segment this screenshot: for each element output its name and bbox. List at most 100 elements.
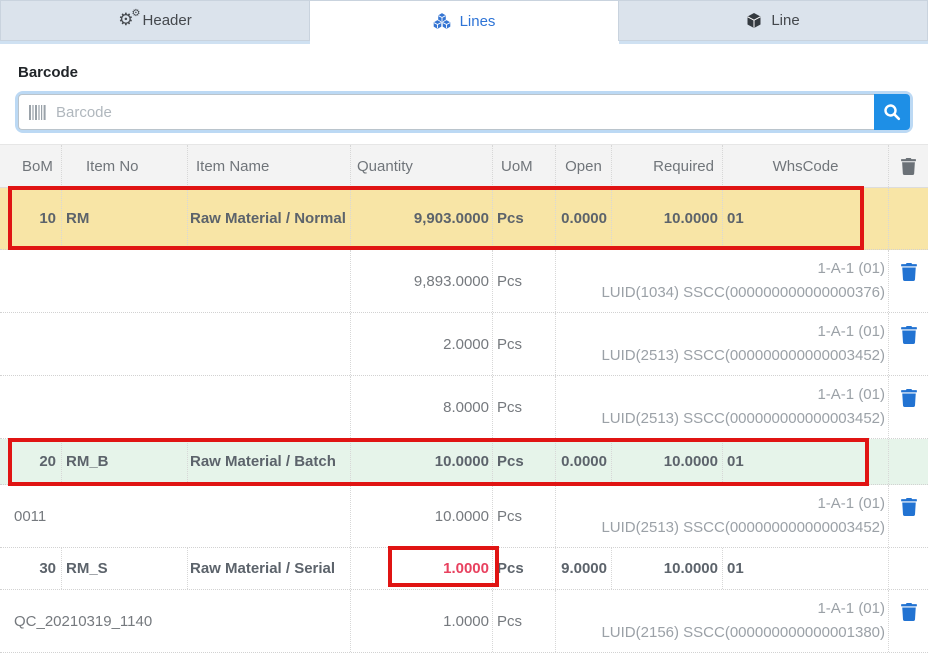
cell-delete xyxy=(889,313,928,375)
table-row[interactable]: 10 RM Raw Material / Normal 9,903.0000 P… xyxy=(0,188,928,250)
pack-info: LUID(2156) SSCC(000000000000001380) xyxy=(601,621,885,645)
cell-bin-pack: 1-A-1 (01) LUID(2156) SSCC(0000000000000… xyxy=(556,590,889,652)
delete-row-button[interactable] xyxy=(901,603,917,621)
cell-item-no: RM xyxy=(62,188,188,249)
search-icon xyxy=(883,103,901,121)
cell-ref xyxy=(0,250,351,312)
cell-required: 10.0000 xyxy=(612,439,723,484)
cell-uom: Pcs xyxy=(493,376,556,438)
col-header-uom: UoM xyxy=(493,145,556,187)
cell-whs-code: 01 xyxy=(723,548,889,589)
cell-uom: Pcs xyxy=(493,548,556,589)
cell-bom: 20 xyxy=(0,439,62,484)
trash-icon xyxy=(901,158,916,175)
cell-ref xyxy=(0,313,351,375)
cell-open: 0.0000 xyxy=(556,188,612,249)
bin-location: 1-A-1 (01) xyxy=(817,320,885,344)
cell-bin-pack: 1-A-1 (01) LUID(2513) SSCC(0000000000000… xyxy=(556,485,889,547)
table-row[interactable]: QC_20210319_1140 1.0000 Pcs 1-A-1 (01) L… xyxy=(0,590,928,653)
cell-delete-empty xyxy=(889,548,928,589)
table-row[interactable]: 9,893.0000 Pcs 1-A-1 (01) LUID(1034) SSC… xyxy=(0,250,928,313)
cell-quantity: 8.0000 xyxy=(351,376,493,438)
cell-item-no: RM_S xyxy=(62,548,188,589)
tab-header-label: Header xyxy=(143,12,192,29)
cell-ref: QC_20210319_1140 xyxy=(0,590,351,652)
table-row[interactable]: 30 RM_S Raw Material / Serial 1.0000 Pcs… xyxy=(0,548,928,590)
delete-row-button[interactable] xyxy=(901,326,917,344)
cell-uom: Pcs xyxy=(493,250,556,312)
bin-location: 1-A-1 (01) xyxy=(817,492,885,516)
cubes-icon xyxy=(433,13,451,30)
delete-row-button[interactable] xyxy=(901,263,917,281)
col-header-bom: BoM xyxy=(0,145,62,187)
cell-uom: Pcs xyxy=(493,439,556,484)
lines-table: BoM Item No Item Name Quantity UoM Open … xyxy=(0,144,928,653)
tab-lines[interactable]: Lines xyxy=(310,0,619,41)
cell-uom: Pcs xyxy=(493,590,556,652)
cell-quantity: 10.0000 xyxy=(351,439,493,484)
cell-bin-pack: 1-A-1 (01) LUID(2513) SSCC(0000000000000… xyxy=(556,313,889,375)
cell-delete xyxy=(889,590,928,652)
bin-location: 1-A-1 (01) xyxy=(817,383,885,407)
cell-bin-pack: 1-A-1 (01) LUID(1034) SSCC(0000000000000… xyxy=(556,250,889,312)
cell-quantity: 9,893.0000 xyxy=(351,250,493,312)
delete-row-button[interactable] xyxy=(901,389,917,407)
search-button[interactable] xyxy=(874,94,910,130)
cell-bin-pack: 1-A-1 (01) LUID(2513) SSCC(0000000000000… xyxy=(556,376,889,438)
barcode-input-wrap xyxy=(18,94,874,130)
tab-bar: ⚙⚙ Header Lines xyxy=(0,0,928,44)
cell-open: 9.0000 xyxy=(556,548,612,589)
cell-required: 10.0000 xyxy=(612,188,723,249)
cell-quantity-alert: 1.0000 xyxy=(351,548,493,589)
cell-whs-code: 01 xyxy=(723,439,889,484)
col-header-required: Required xyxy=(612,145,723,187)
cell-required: 10.0000 xyxy=(612,548,723,589)
cell-delete xyxy=(889,250,928,312)
cell-delete xyxy=(889,376,928,438)
cell-quantity: 1.0000 xyxy=(351,590,493,652)
table-header-row: BoM Item No Item Name Quantity UoM Open … xyxy=(0,144,928,188)
tab-line[interactable]: Line xyxy=(619,0,928,41)
bin-location: 1-A-1 (01) xyxy=(817,257,885,281)
cell-quantity: 2.0000 xyxy=(351,313,493,375)
cell-whs-code: 01 xyxy=(723,188,889,249)
pack-info: LUID(2513) SSCC(000000000000003452) xyxy=(601,407,885,431)
cell-bom: 30 xyxy=(0,548,62,589)
col-header-item-name: Item Name xyxy=(188,145,351,187)
cell-uom: Pcs xyxy=(493,188,556,249)
cube-icon xyxy=(746,12,762,29)
barcode-icon xyxy=(29,105,47,120)
col-header-delete[interactable] xyxy=(889,145,928,187)
table-row[interactable]: 8.0000 Pcs 1-A-1 (01) LUID(2513) SSCC(00… xyxy=(0,376,928,439)
cell-item-name: Raw Material / Serial xyxy=(188,548,351,589)
tab-lines-label: Lines xyxy=(460,13,496,30)
trash-icon xyxy=(901,498,917,516)
cell-quantity: 10.0000 xyxy=(351,485,493,547)
tab-line-label: Line xyxy=(771,12,799,29)
col-header-quantity: Quantity xyxy=(351,145,493,187)
table-row[interactable]: 20 RM_B Raw Material / Batch 10.0000 Pcs… xyxy=(0,439,928,485)
cell-item-no: RM_B xyxy=(62,439,188,484)
barcode-label: Barcode xyxy=(18,64,910,81)
cell-delete-empty xyxy=(889,439,928,484)
pack-info: LUID(2513) SSCC(000000000000003452) xyxy=(601,344,885,368)
bin-location: 1-A-1 (01) xyxy=(817,597,885,621)
cell-bom: 10 xyxy=(0,188,62,249)
table-row[interactable]: 2.0000 Pcs 1-A-1 (01) LUID(2513) SSCC(00… xyxy=(0,313,928,376)
barcode-input[interactable] xyxy=(56,95,874,129)
trash-icon xyxy=(901,326,917,344)
cell-ref: 0011 xyxy=(0,485,351,547)
cell-ref xyxy=(0,376,351,438)
delete-row-button[interactable] xyxy=(901,498,917,516)
trash-icon xyxy=(901,603,917,621)
cell-delete-empty xyxy=(889,188,928,249)
tab-header[interactable]: ⚙⚙ Header xyxy=(0,0,310,41)
cell-quantity: 9,903.0000 xyxy=(351,188,493,249)
trash-icon xyxy=(901,263,917,281)
table-row[interactable]: 0011 10.0000 Pcs 1-A-1 (01) LUID(2513) S… xyxy=(0,485,928,548)
cell-uom: Pcs xyxy=(493,485,556,547)
cogs-icon: ⚙⚙ xyxy=(118,12,133,29)
cell-item-name: Raw Material / Normal xyxy=(188,188,351,249)
col-header-item-no: Item No xyxy=(62,145,188,187)
cell-item-name: Raw Material / Batch xyxy=(188,439,351,484)
